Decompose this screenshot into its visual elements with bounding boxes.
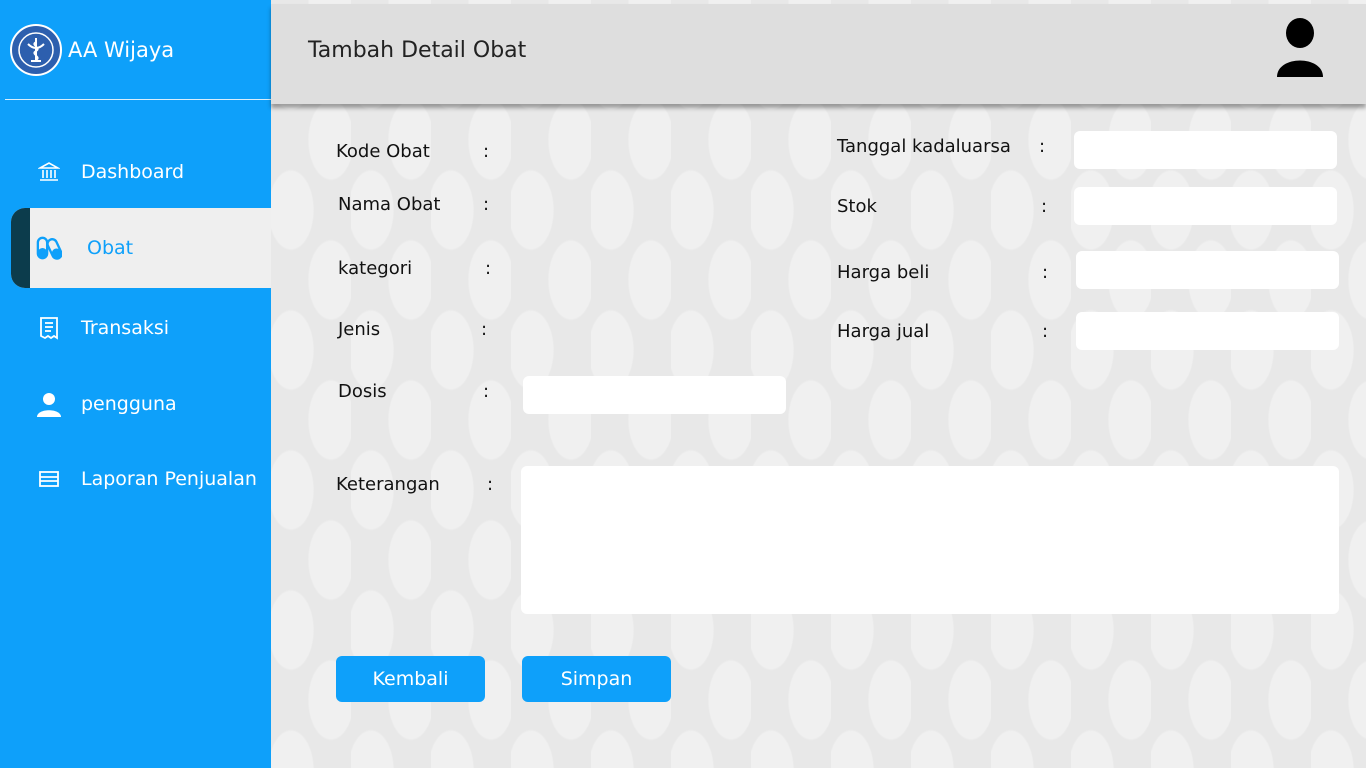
- sidebar-item-label: Laporan Penjualan: [81, 468, 257, 490]
- harga-jual-label: Harga jual: [837, 321, 930, 342]
- back-button[interactable]: Kembali: [336, 656, 485, 702]
- header-bar: Tambah Detail Obat: [271, 4, 1366, 104]
- save-button[interactable]: Simpan: [522, 656, 671, 702]
- sidebar-item-label: Dashboard: [81, 161, 185, 183]
- brand: AA Wijaya: [10, 24, 174, 76]
- jenis-colon: :: [481, 319, 488, 340]
- tanggal-kadaluarsa-colon: :: [1039, 136, 1046, 157]
- sidebar-item-obat[interactable]: Obat: [11, 208, 271, 288]
- sidebar-item-label: Transaksi: [81, 317, 170, 339]
- sidebar-item-laporan-penjualan[interactable]: Laporan Penjualan: [0, 455, 271, 503]
- page-title: Tambah Detail Obat: [308, 38, 527, 63]
- receipt-icon: [36, 315, 62, 341]
- sidebar-item-label: pengguna: [81, 393, 177, 415]
- kategori-colon: :: [485, 258, 492, 279]
- stok-label: Stok: [837, 196, 877, 217]
- stok-colon: :: [1041, 196, 1048, 217]
- sidebar-item-transaksi[interactable]: Transaksi: [0, 304, 271, 352]
- nama-obat-label: Nama Obat: [338, 194, 441, 215]
- sidebar: AA Wijaya Dashboard Obat Transaksi pengg…: [0, 0, 271, 768]
- dosis-label: Dosis: [338, 381, 387, 402]
- pills-icon: [36, 235, 62, 261]
- keterangan-textarea[interactable]: [521, 466, 1339, 614]
- report-icon: [36, 466, 62, 492]
- tanggal-kadaluarsa-input[interactable]: [1074, 131, 1337, 169]
- nama-obat-colon: :: [483, 194, 490, 215]
- keterangan-colon: :: [487, 474, 494, 495]
- bank-icon: [36, 159, 62, 185]
- user-icon: [36, 391, 62, 417]
- kode-obat-label: Kode Obat: [336, 141, 430, 162]
- harga-beli-label: Harga beli: [837, 262, 930, 283]
- kode-obat-colon: :: [483, 141, 490, 162]
- harga-jual-colon: :: [1042, 321, 1049, 342]
- tanggal-kadaluarsa-label: Tanggal kadaluarsa: [837, 136, 1011, 157]
- harga-jual-input[interactable]: [1076, 312, 1339, 350]
- brand-divider: [5, 99, 271, 100]
- jenis-label: Jenis: [338, 319, 381, 340]
- pharmacy-logo-icon: [10, 24, 62, 76]
- brand-name: AA Wijaya: [68, 38, 175, 62]
- stok-input[interactable]: [1074, 187, 1337, 225]
- harga-beli-colon: :: [1042, 262, 1049, 283]
- sidebar-item-label: Obat: [87, 237, 134, 259]
- keterangan-label: Keterangan: [336, 474, 440, 495]
- user-avatar-icon[interactable]: [1275, 17, 1325, 79]
- active-indicator: [11, 208, 30, 288]
- main-content: Tambah Detail Obat Kode Obat : Nama Obat…: [271, 0, 1366, 768]
- kategori-label: kategori: [338, 258, 413, 279]
- dosis-colon: :: [483, 381, 490, 402]
- dosis-input[interactable]: [523, 376, 786, 414]
- harga-beli-input[interactable]: [1076, 251, 1339, 289]
- sidebar-item-pengguna[interactable]: pengguna: [0, 380, 271, 428]
- sidebar-item-dashboard[interactable]: Dashboard: [0, 148, 271, 196]
